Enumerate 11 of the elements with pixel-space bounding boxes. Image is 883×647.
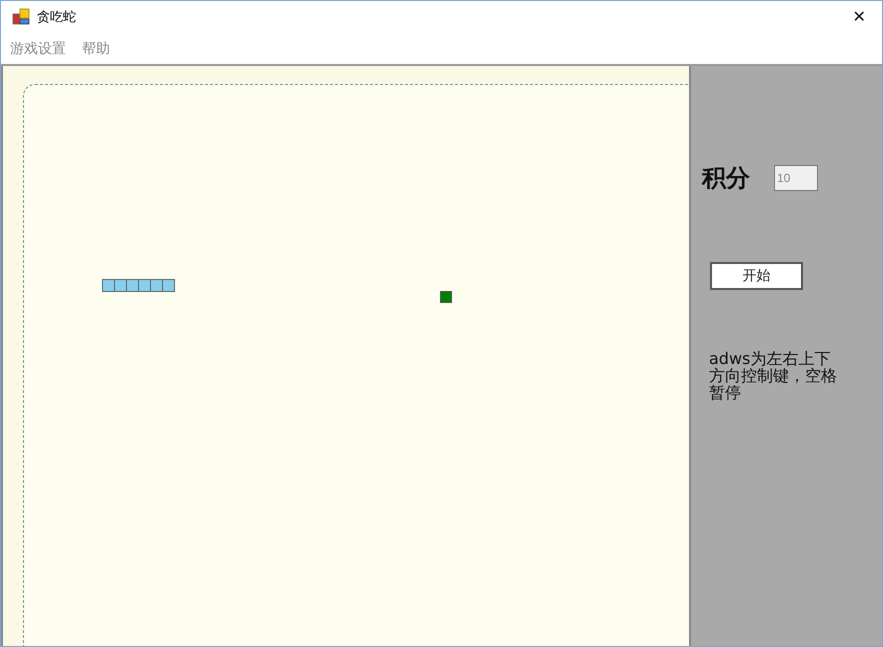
window-title: 贪吃蛇 — [37, 9, 76, 26]
menu-item[interactable]: 游戏设置 — [10, 40, 66, 58]
start-button[interactable]: 开始 — [710, 262, 803, 290]
menu-item[interactable]: 帮助 — [82, 40, 110, 58]
instructions-text: adws为左右上下方向控制键，空格暂停 — [709, 350, 837, 401]
close-button[interactable]: ✕ — [836, 1, 882, 33]
food-square — [440, 291, 452, 303]
snake-drawing — [103, 279, 175, 292]
score-field[interactable]: 10 — [774, 165, 818, 191]
app-icon — [12, 8, 30, 26]
score-label: 积分 — [702, 162, 750, 194]
